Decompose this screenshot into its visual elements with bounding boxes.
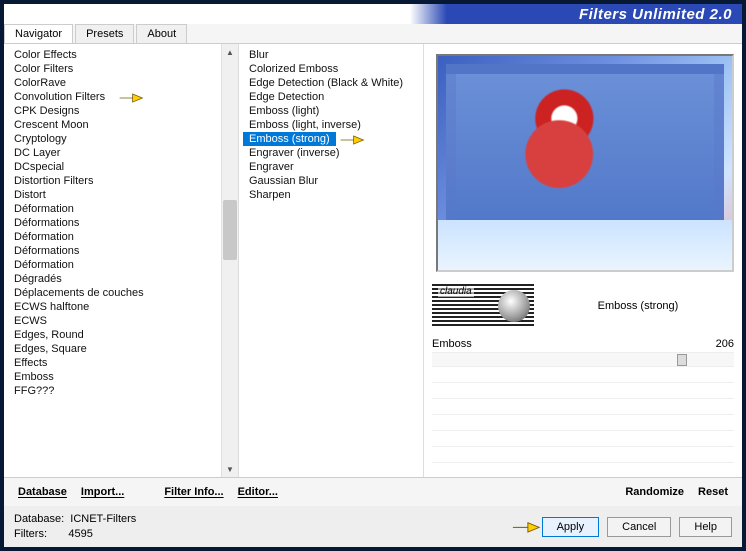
filter-title: Emboss (strong) xyxy=(542,300,734,312)
category-list[interactable]: Color EffectsColor FiltersColorRaveConvo… xyxy=(4,44,221,477)
slider-label: Emboss xyxy=(432,338,694,350)
title-bar: Filters Unlimited 2.0 xyxy=(4,4,742,24)
category-item[interactable]: Dégradés xyxy=(8,272,219,286)
filter-item[interactable]: Engraver (inverse) xyxy=(243,146,421,160)
status-filters-label: Filters: xyxy=(14,528,47,540)
filter-item[interactable]: Gaussian Blur xyxy=(243,174,421,188)
pointer-hand-icon xyxy=(511,518,541,538)
button-bar: Database Import... Filter Info... Editor… xyxy=(4,477,742,506)
category-item[interactable]: Déformations xyxy=(8,216,219,230)
reset-button[interactable]: Reset xyxy=(694,486,732,498)
category-item[interactable]: Edges, Round xyxy=(8,328,219,342)
category-item[interactable]: Distortion Filters xyxy=(8,174,219,188)
category-item[interactable]: DCspecial xyxy=(8,160,219,174)
tab-presets[interactable]: Presets xyxy=(75,24,134,43)
filter-item[interactable]: Emboss (strong) xyxy=(243,132,336,146)
category-item[interactable]: ECWS halftone xyxy=(8,300,219,314)
category-item[interactable]: Effects xyxy=(8,356,219,370)
scroll-down-icon[interactable]: ▼ xyxy=(222,461,238,477)
filter-item[interactable]: Edge Detection xyxy=(243,90,421,104)
filter-item[interactable]: Emboss (light, inverse) xyxy=(243,118,421,132)
import-button[interactable]: Import... xyxy=(77,486,128,498)
filter-list[interactable]: BlurColorized EmbossEdge Detection (Blac… xyxy=(239,44,423,477)
slider-value: 206 xyxy=(694,338,734,350)
database-button[interactable]: Database xyxy=(14,486,71,498)
status-db-value: ICNET-Filters xyxy=(70,513,136,525)
preview-image xyxy=(436,54,734,272)
scrollbar[interactable]: ▲ ▼ xyxy=(221,44,238,477)
author-logo: claudia xyxy=(432,284,534,328)
filter-info-button[interactable]: Filter Info... xyxy=(160,486,227,498)
app-title: Filters Unlimited 2.0 xyxy=(579,6,732,23)
category-item[interactable]: Déformation xyxy=(8,202,219,216)
tabs: Navigator Presets About xyxy=(4,24,742,44)
scroll-thumb[interactable] xyxy=(223,200,237,260)
scroll-up-icon[interactable]: ▲ xyxy=(222,44,238,60)
category-item[interactable]: Color Filters xyxy=(8,62,219,76)
randomize-button[interactable]: Randomize xyxy=(621,486,688,498)
tab-navigator[interactable]: Navigator xyxy=(4,24,73,43)
category-item[interactable]: Déformations xyxy=(8,244,219,258)
help-button[interactable]: Help xyxy=(679,517,732,537)
category-item[interactable]: Distort xyxy=(8,188,219,202)
slider-track[interactable] xyxy=(432,353,734,367)
category-item[interactable]: Color Effects xyxy=(8,48,219,62)
status-db-label: Database: xyxy=(14,513,64,525)
status-filters-value: 4595 xyxy=(68,528,92,540)
category-item[interactable]: Déplacements de couches xyxy=(8,286,219,300)
category-item[interactable]: Edges, Square xyxy=(8,342,219,356)
left-pane: Color EffectsColor FiltersColorRaveConvo… xyxy=(4,44,239,477)
slider-thumb[interactable] xyxy=(677,354,687,366)
cancel-button[interactable]: Cancel xyxy=(607,517,671,537)
filter-item[interactable]: Engraver xyxy=(243,160,421,174)
category-item[interactable]: Déformation xyxy=(8,230,219,244)
filter-item[interactable]: Edge Detection (Black & White) xyxy=(243,76,421,90)
category-item[interactable]: DC Layer xyxy=(8,146,219,160)
category-item[interactable]: Convolution Filters xyxy=(8,90,219,104)
filter-item[interactable]: Emboss (light) xyxy=(243,104,421,118)
tab-about[interactable]: About xyxy=(136,24,187,43)
filter-item[interactable]: Sharpen xyxy=(243,188,421,202)
right-pane: claudia Emboss (strong) Emboss 206 xyxy=(424,44,742,477)
filter-item[interactable]: Blur xyxy=(243,48,421,62)
status-bar: Database: ICNET-Filters Filters: 4595 Ap… xyxy=(4,506,742,547)
category-item[interactable]: Cryptology xyxy=(8,132,219,146)
apply-button[interactable]: Apply xyxy=(542,517,600,537)
editor-button[interactable]: Editor... xyxy=(234,486,282,498)
filter-item[interactable]: Colorized Emboss xyxy=(243,62,421,76)
category-item[interactable]: Emboss xyxy=(8,370,219,384)
mid-pane: BlurColorized EmbossEdge Detection (Blac… xyxy=(239,44,424,477)
category-item[interactable]: ColorRave xyxy=(8,76,219,90)
category-item[interactable]: ECWS xyxy=(8,314,219,328)
category-item[interactable]: CPK Designs xyxy=(8,104,219,118)
category-item[interactable]: Déformation xyxy=(8,258,219,272)
category-item[interactable]: FFG??? xyxy=(8,384,219,398)
category-item[interactable]: Crescent Moon xyxy=(8,118,219,132)
